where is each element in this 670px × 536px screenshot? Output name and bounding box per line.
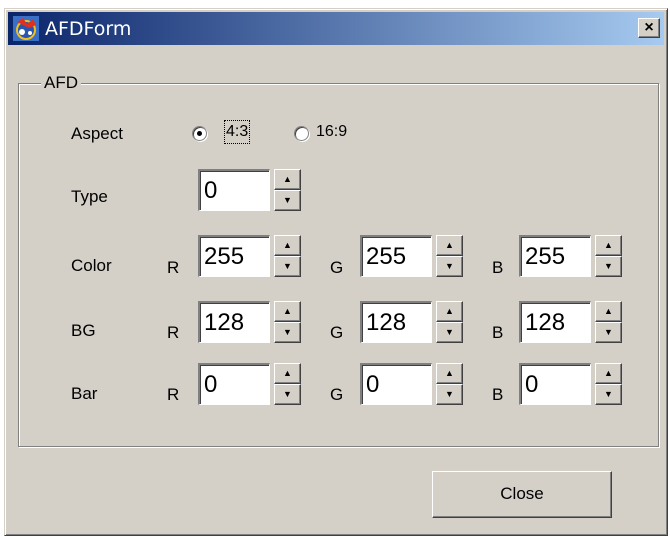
bar-b-label: B — [492, 385, 504, 404]
spin-down-icon[interactable]: ▼ — [436, 256, 463, 277]
bg-r-label: R — [167, 323, 180, 342]
spin-up-icon[interactable]: ▲ — [436, 301, 463, 322]
aspect-label: Aspect — [71, 124, 123, 143]
bg-b-label: B — [492, 323, 504, 342]
bar-g-input[interactable] — [360, 363, 432, 405]
group-label: AFD — [41, 73, 81, 93]
color-b-input[interactable] — [519, 235, 591, 277]
color-g-label: G — [330, 258, 344, 277]
title-bar[interactable]: AFDForm × — [8, 12, 664, 45]
radio-aspect-16-9[interactable] — [294, 126, 309, 141]
spin-up-icon[interactable]: ▲ — [274, 301, 301, 322]
color-r-input[interactable] — [198, 235, 270, 277]
spin-down-icon[interactable]: ▼ — [595, 322, 622, 343]
bar-b-input[interactable] — [519, 363, 591, 405]
color-g-input[interactable] — [360, 235, 432, 277]
radio-label-16-9[interactable]: 16:9 — [316, 122, 347, 142]
bar-r-label: R — [167, 385, 180, 404]
type-label: Type — [71, 187, 108, 206]
spin-down-icon[interactable]: ▼ — [595, 256, 622, 277]
spin-up-icon[interactable]: ▲ — [274, 363, 301, 384]
spin-down-icon[interactable]: ▼ — [595, 384, 622, 405]
bar-label: Bar — [71, 384, 98, 403]
type-input[interactable] — [198, 169, 270, 211]
bg-g-label: G — [330, 323, 344, 342]
spin-down-icon[interactable]: ▼ — [274, 256, 301, 277]
spin-down-icon[interactable]: ▼ — [436, 322, 463, 343]
color-b-label: B — [492, 258, 504, 277]
bar-r-input[interactable] — [198, 363, 270, 405]
app-icon — [13, 16, 39, 41]
close-button[interactable]: Close — [432, 471, 612, 518]
bg-label: BG — [71, 321, 96, 340]
spin-up-icon[interactable]: ▲ — [436, 363, 463, 384]
radio-aspect-4-3[interactable] — [192, 126, 207, 141]
bar-g-label: G — [330, 385, 344, 404]
radio-selected-dot — [197, 131, 202, 136]
spin-up-icon[interactable]: ▲ — [274, 235, 301, 256]
spin-down-icon[interactable]: ▼ — [436, 384, 463, 405]
spin-up-icon[interactable]: ▲ — [274, 169, 301, 190]
spin-down-icon[interactable]: ▼ — [274, 384, 301, 405]
color-label: Color — [71, 256, 112, 275]
bg-g-input[interactable] — [360, 301, 432, 343]
bg-b-input[interactable] — [519, 301, 591, 343]
afdform-window: AFDForm × AFD Aspect 4:3 16:9 Type ▲ ▼ C… — [4, 8, 668, 536]
color-r-label: R — [167, 258, 180, 277]
spin-up-icon[interactable]: ▲ — [595, 363, 622, 384]
spin-up-icon[interactable]: ▲ — [595, 235, 622, 256]
close-icon[interactable]: × — [638, 18, 660, 38]
bg-r-input[interactable] — [198, 301, 270, 343]
window-title: AFDForm — [45, 18, 132, 40]
spin-up-icon[interactable]: ▲ — [436, 235, 463, 256]
radio-label-4-3[interactable]: 4:3 — [223, 120, 251, 144]
spin-down-icon[interactable]: ▼ — [274, 190, 301, 211]
spin-down-icon[interactable]: ▼ — [274, 322, 301, 343]
spin-up-icon[interactable]: ▲ — [595, 301, 622, 322]
